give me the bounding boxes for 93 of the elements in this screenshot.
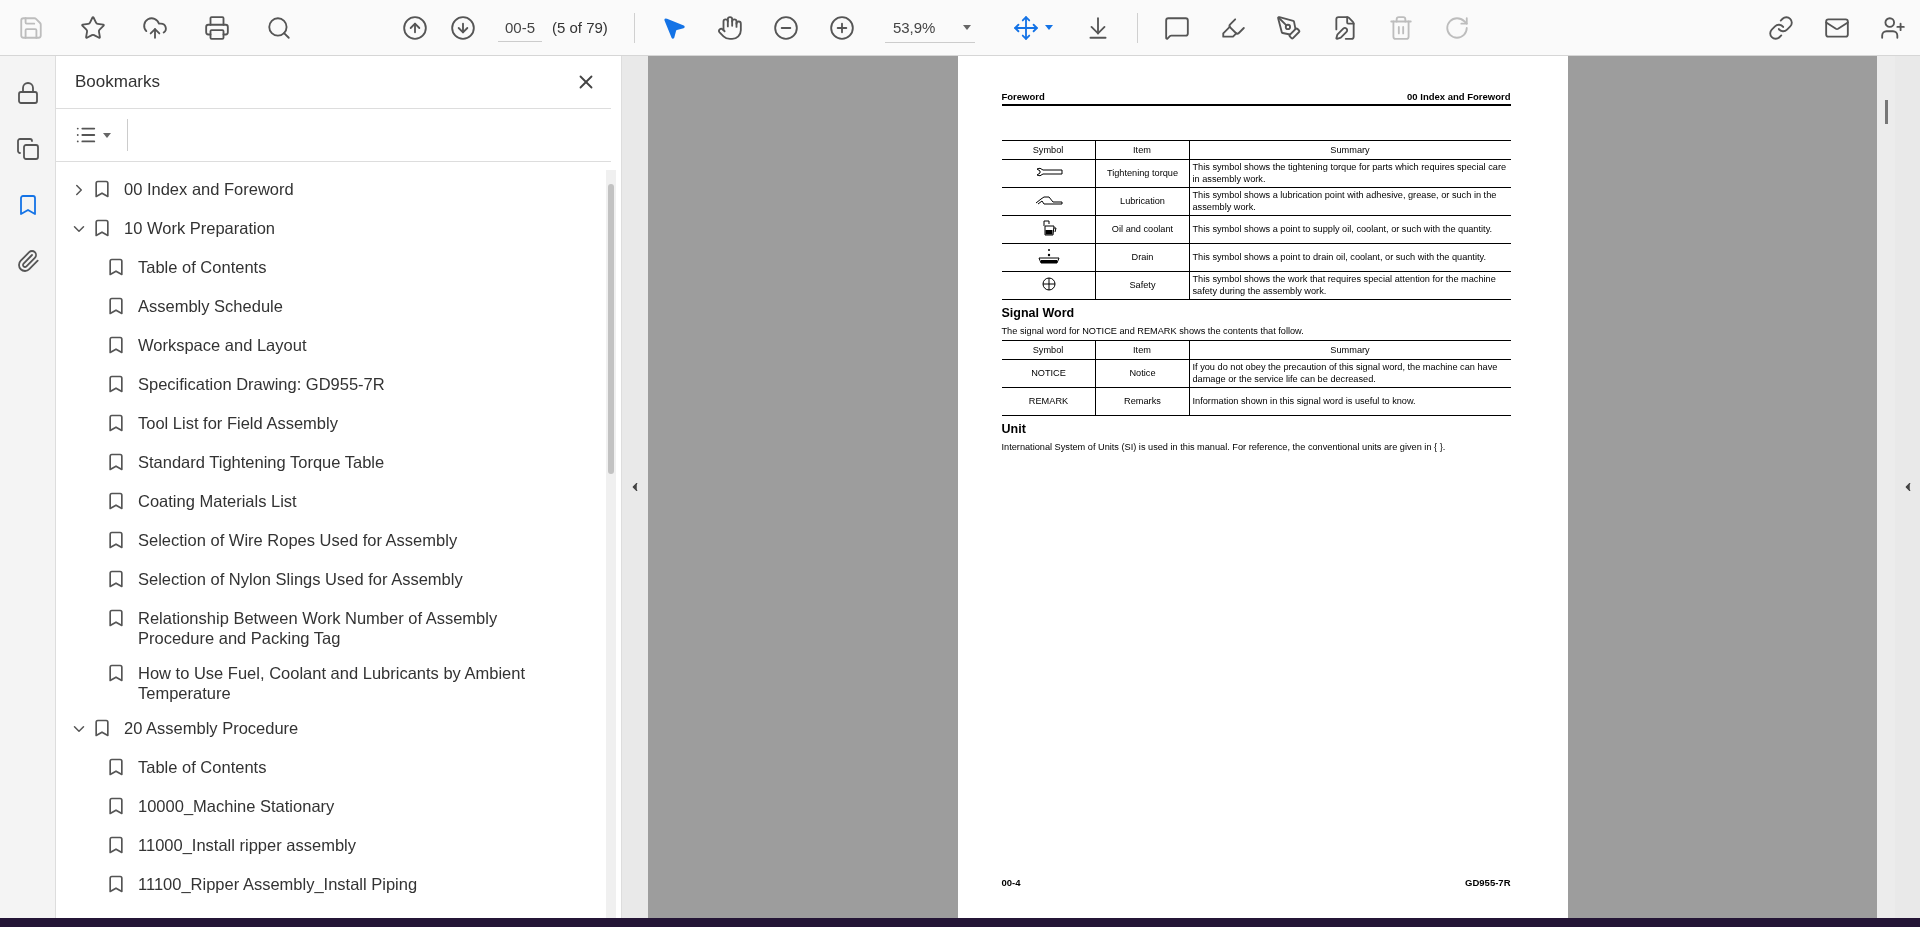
scrollbar-thumb[interactable] — [608, 184, 614, 474]
table-cell: Drain — [1095, 243, 1189, 272]
drain-icon — [1036, 247, 1061, 264]
zoom-dropdown[interactable]: 53,9% — [884, 12, 975, 43]
bookmark-icon — [92, 218, 112, 238]
page-number-field[interactable]: 00-5 — [498, 13, 542, 42]
paragraph: The signal word for NOTICE and REMARK shows the contents that follow. — [1001, 326, 1305, 336]
bookmark-icon — [106, 452, 126, 472]
bookmark-item[interactable]: 00 Index and Foreword — [92, 170, 294, 205]
bookmark-icon — [92, 718, 112, 738]
bookmark-icon — [106, 335, 126, 355]
zoom-in-icon[interactable] — [828, 14, 855, 41]
bookmark-icon — [106, 491, 126, 511]
pen-icon[interactable] — [1275, 14, 1302, 41]
bookmark-icon — [106, 296, 126, 316]
bookmark-item[interactable]: Coating Materials List — [106, 482, 297, 517]
table-cell: Lubrication — [1095, 187, 1189, 216]
search-icon[interactable] — [266, 14, 292, 41]
bookmark-icon — [106, 835, 126, 855]
table-cell: If you do not obey the precaution of this signal word, the machine can have damage or the service life can be decreased. — [1189, 359, 1511, 388]
table-cell: Remarks — [1095, 387, 1189, 416]
panel-title: Bookmarks — [75, 72, 161, 92]
zoom-out-icon[interactable] — [772, 14, 799, 41]
bookmark-icon — [106, 569, 126, 589]
bookmark-item[interactable]: Tool List for Field Assembly — [106, 404, 338, 439]
page-header-section: 00 Index and Foreword — [1407, 91, 1511, 102]
bookmark-item[interactable]: Workspace and Layout — [106, 326, 307, 361]
column-header: Item — [1095, 140, 1189, 160]
bookmark-icon — [106, 530, 126, 550]
table-cell: This symbol shows the tightening torque for parts which requires special care in assembly work. — [1189, 159, 1511, 188]
column-header: Item — [1095, 340, 1189, 360]
wrench-icon — [1034, 166, 1063, 177]
table-cell: Oil and coolant — [1095, 215, 1189, 244]
section-heading: Unit — [1001, 422, 1027, 436]
column-header: Summary — [1189, 340, 1511, 360]
page-number: 00-4 — [1001, 877, 1021, 888]
bookmark-icon — [106, 608, 126, 628]
table-cell: NOTICE — [1001, 359, 1095, 388]
bookmark-item[interactable]: Selection of Nylon Slings Used for Assembly — [106, 560, 463, 595]
table-cell: This symbol shows the work that requires special attention for the machine safety during the assembly work. — [1189, 271, 1511, 300]
paperclip-icon[interactable] — [15, 249, 40, 273]
bookmark-icon — [106, 374, 126, 394]
bookmark-icon — [106, 874, 126, 894]
comment-icon[interactable] — [1163, 14, 1190, 41]
table-cell: This symbol shows a point to supply oil, coolant, or such with the quantity. — [1189, 215, 1511, 244]
bookmark-item[interactable]: 10000_Machine Stationary — [106, 787, 335, 822]
table-cell: This symbol shows a point to drain oil, coolant, or such with the quantity. — [1189, 243, 1511, 272]
bookmark-icon — [106, 663, 126, 683]
lock-icon[interactable] — [15, 81, 40, 105]
column-header: Symbol — [1001, 340, 1095, 360]
bookmark-item[interactable]: 11000_Install ripper assembly — [106, 826, 356, 861]
pages-icon[interactable] — [15, 137, 40, 161]
bookmark-icon — [92, 179, 112, 199]
star-icon[interactable] — [80, 14, 106, 41]
table-cell: This symbol shows a lubrication point with adhesive, grease, or such in the assembly work. — [1189, 187, 1511, 216]
bookmark-item[interactable]: Table of Contents — [106, 748, 267, 783]
oil-can-icon — [1034, 194, 1063, 205]
next-page-icon[interactable] — [450, 14, 476, 41]
table-cell: Safety — [1095, 271, 1189, 300]
page-header-title: Foreword — [1001, 91, 1045, 102]
bookmark-item[interactable]: Relationship Between Work Number of Assembly Procedure and Packing Tag — [106, 599, 536, 654]
page-count: (5 of 79) — [552, 19, 608, 36]
bookmark-item[interactable]: 10 Work Preparation — [92, 209, 276, 244]
print-icon[interactable] — [204, 14, 230, 41]
bookmark-item[interactable]: Specification Drawing: GD955-7R — [106, 365, 385, 400]
add-user-icon[interactable] — [1880, 14, 1906, 41]
paragraph: International System of Units (SI) is used in this manual. For reference, the conventional units are given in { }. — [1001, 442, 1447, 452]
bookmark-icon — [106, 757, 126, 777]
previous-page-icon[interactable] — [402, 14, 428, 41]
bookmark-icon — [106, 796, 126, 816]
model-name: GD955-7R — [1465, 877, 1511, 888]
bookmark-icon — [106, 413, 126, 433]
bookmark-item[interactable]: Table of Contents — [106, 248, 267, 283]
column-header: Summary — [1189, 140, 1511, 160]
jug-icon — [1040, 219, 1057, 236]
cloud-upload-icon[interactable] — [142, 14, 168, 41]
bookmark-item[interactable]: Assembly Schedule — [106, 287, 283, 322]
bookmark-item[interactable]: Selection of Wire Ropes Used for Assembly — [106, 521, 458, 556]
table-cell: REMARK — [1001, 387, 1095, 416]
table-cell: Information shown in this signal word is useful to know. — [1189, 387, 1511, 416]
bookmark-icon — [106, 257, 126, 277]
bookmark-item[interactable]: 11100_Ripper Assembly_Install Piping — [106, 865, 418, 900]
table-cell: Notice — [1095, 359, 1189, 388]
table-cell: Tightening torque — [1095, 159, 1189, 188]
bookmark-item[interactable]: How to Use Fuel, Coolant and Lubricants by Ambient Temperature — [106, 654, 536, 709]
crosshair-icon — [1041, 276, 1056, 291]
section-heading: Signal Word — [1001, 306, 1076, 320]
hand-icon[interactable] — [716, 14, 743, 41]
bookmark-item[interactable]: Standard Tightening Torque Table — [106, 443, 385, 478]
scrollbar-thumb[interactable] — [1884, 100, 1888, 124]
link-icon[interactable] — [1768, 14, 1794, 41]
bookmark-item[interactable]: 20 Assembly Procedure — [92, 709, 299, 744]
column-header: Symbol — [1001, 140, 1095, 160]
